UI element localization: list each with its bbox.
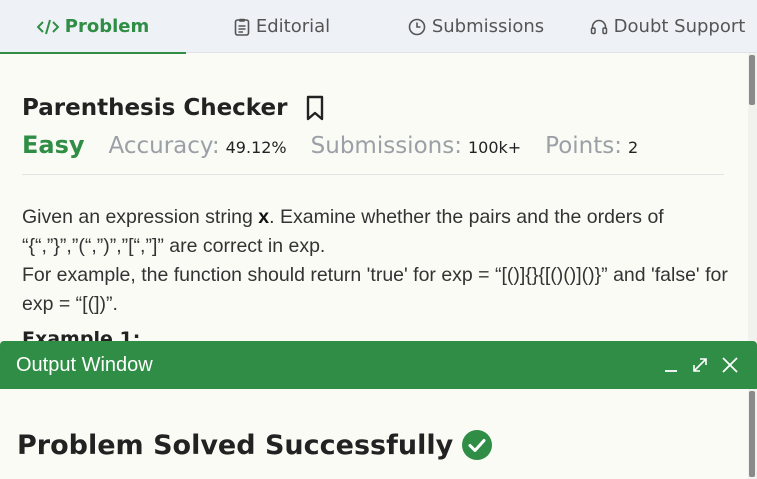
bookmark-icon[interactable] (305, 95, 325, 121)
divider (22, 174, 724, 175)
tab-label: Problem (64, 16, 150, 37)
accuracy-value: 49.12% (225, 138, 287, 157)
problem-title: Parenthesis Checker (22, 95, 288, 121)
title-row: Parenthesis Checker (22, 95, 325, 121)
submissions-label: Submissions: (310, 133, 462, 159)
problem-meta: Easy Accuracy: 49.12% Submissions: 100k+… (22, 131, 662, 159)
tab-doubt-support[interactable]: Doubt Support (578, 0, 757, 53)
headset-icon (590, 18, 608, 36)
scrollbar-thumb[interactable] (749, 391, 755, 477)
problem-scrollbar[interactable] (748, 53, 757, 341)
tab-label: Doubt Support (613, 16, 746, 37)
code-icon (36, 19, 59, 35)
description-line2: For example, the function should return … (22, 264, 728, 315)
output-scrollbar[interactable] (748, 389, 757, 479)
tab-problem[interactable]: Problem (0, 0, 186, 54)
output-window-header: Output Window (0, 341, 757, 389)
tab-bar: Problem Editorial Submissions Doubt Supp… (0, 0, 757, 54)
description-var: x (258, 206, 270, 228)
success-status: Problem Solved Successfully (17, 429, 493, 461)
editorial-icon (234, 18, 250, 36)
problem-panel: Parenthesis Checker Easy Accuracy: 49.12… (0, 53, 748, 341)
check-circle-icon (461, 429, 493, 461)
description-intro: Given an expression string (22, 206, 259, 228)
tab-label: Editorial (255, 16, 331, 37)
problem-description: Given an expression string x. Examine wh… (22, 203, 732, 319)
minimize-icon[interactable] (663, 357, 679, 373)
success-message: Problem Solved Successfully (17, 429, 454, 461)
close-icon[interactable] (721, 356, 739, 374)
difficulty-badge: Easy (22, 131, 85, 159)
accuracy-label: Accuracy: (108, 133, 220, 159)
clock-icon (408, 18, 426, 36)
window-controls (663, 356, 739, 374)
expand-icon[interactable] (691, 356, 709, 374)
tab-submissions[interactable]: Submissions (396, 0, 556, 53)
points-label: Points: (545, 133, 623, 159)
output-window-title: Output Window (16, 353, 153, 376)
scrollbar-thumb[interactable] (749, 55, 755, 105)
tab-label: Submissions (431, 16, 545, 37)
points-value: 2 (628, 138, 639, 157)
tab-editorial[interactable]: Editorial (212, 0, 352, 53)
example-heading: Example 1: (22, 328, 141, 341)
output-window-body: Problem Solved Successfully (0, 389, 748, 479)
submissions-value: 100k+ (467, 138, 522, 157)
